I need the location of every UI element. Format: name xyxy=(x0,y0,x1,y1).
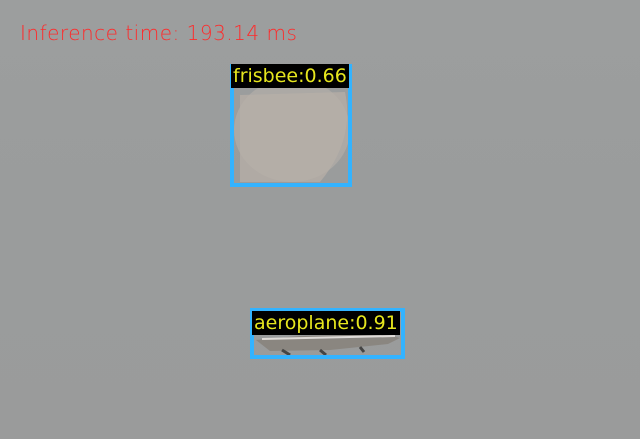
detection-label-frisbee: frisbee:0.66 xyxy=(231,64,349,88)
detection-label-aeroplane: aeroplane:0.91 xyxy=(252,311,400,335)
inference-time-text: Inference time: 193.14 ms xyxy=(20,21,298,45)
